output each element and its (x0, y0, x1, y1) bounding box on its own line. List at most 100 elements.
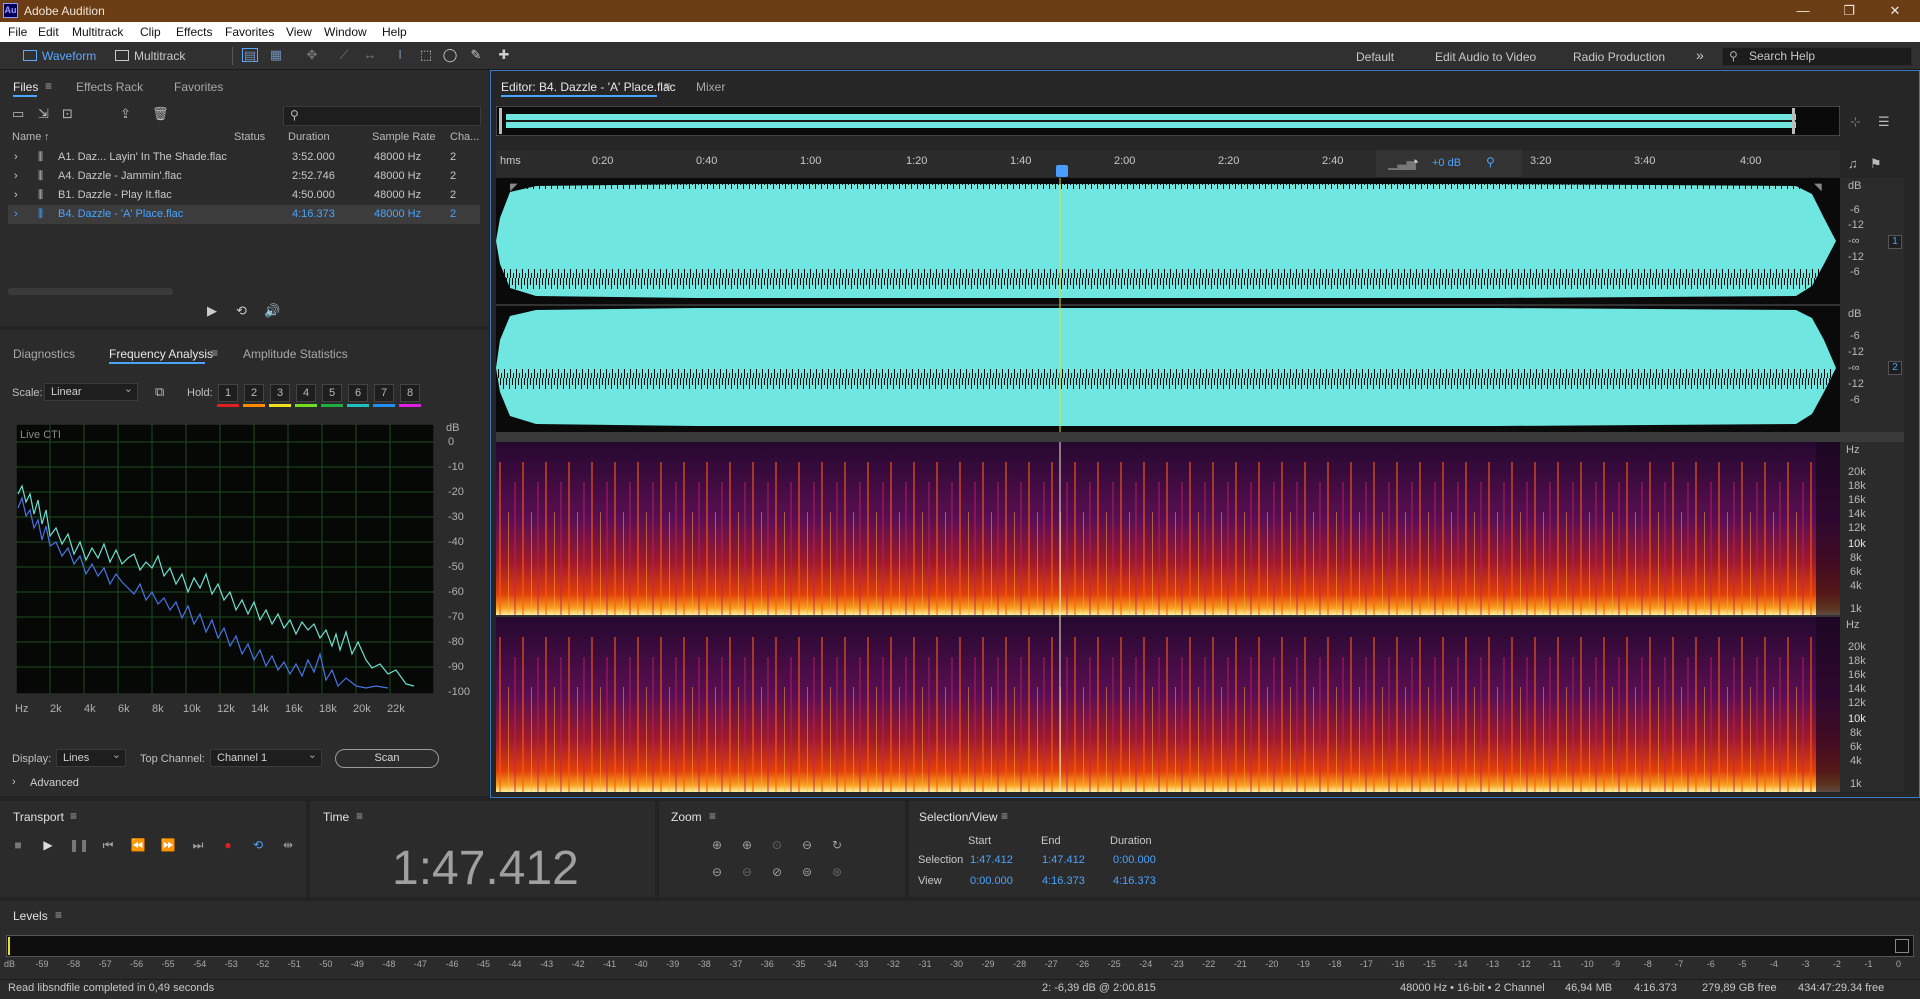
zoom-out-all-icon[interactable]: ⊜ (802, 865, 822, 883)
zoom-out-amplitude-icon[interactable]: ⊖ (712, 865, 732, 883)
waveform-spectral-divider[interactable] (496, 432, 1904, 442)
hold-button-7[interactable]: 7 (374, 384, 394, 402)
selection-duration-value[interactable]: 0:00.000 (1113, 854, 1156, 866)
hold-button-4[interactable]: 4 (296, 384, 316, 402)
healing-tool-icon[interactable]: ✚ (496, 48, 512, 62)
time-selection-tool-icon[interactable]: I (392, 48, 408, 62)
tab-favorites[interactable]: Favorites (174, 80, 223, 94)
waveform-display[interactable] (496, 178, 1840, 432)
import-file-icon[interactable]: ⇲ (38, 106, 49, 122)
hold-button-5[interactable]: 5 (322, 384, 342, 402)
hold-button-8[interactable]: 8 (400, 384, 420, 402)
zoom-out-time-icon[interactable]: ⊖ (742, 865, 762, 883)
spectral-frequency-display[interactable] (496, 442, 1840, 792)
headphones-icon[interactable]: ♫ (1848, 156, 1858, 171)
channel-1-enable-button[interactable]: 1 (1888, 235, 1902, 249)
menu-favorites[interactable]: Favorites (225, 25, 274, 39)
files-horizontal-scrollbar[interactable] (8, 288, 173, 295)
waveform-overview[interactable] (496, 106, 1840, 136)
marquee-tool-icon[interactable]: ⬚ (418, 48, 434, 62)
play-button[interactable]: ▶ (39, 838, 57, 854)
menu-view[interactable]: View (286, 25, 312, 39)
display-select[interactable]: Lines (56, 747, 126, 767)
zoom-to-selection-icon[interactable]: ⊹ (1850, 114, 1861, 130)
hold-button-6[interactable]: 6 (348, 384, 368, 402)
minimize-button[interactable]: — (1780, 0, 1826, 22)
editor-tab[interactable]: Editor: B4. Dazzle - 'A' Place.flac (501, 80, 676, 94)
files-search-input[interactable]: ⚲ (283, 106, 481, 126)
search-help-input[interactable]: ⚲ Search Help (1722, 47, 1912, 66)
go-to-start-button[interactable]: ⏮ (99, 838, 117, 854)
file-row-selected[interactable]: › ⫼ B4. Dazzle - 'A' Place.flac 4:16.373… (8, 205, 480, 224)
skip-selection-button[interactable]: ⇹ (279, 838, 297, 854)
hold-button-1[interactable]: 1 (218, 384, 238, 402)
tab-mixer[interactable]: Mixer (696, 80, 725, 94)
advanced-expand-icon[interactable]: › (12, 776, 16, 788)
editor-settings-icon[interactable]: ☰ (1878, 114, 1890, 130)
multitrack-view-button[interactable]: Multitrack (112, 47, 185, 65)
preview-play-icon[interactable]: ▶ (207, 303, 217, 319)
pin-hud-icon[interactable]: ⚲ (1486, 155, 1495, 169)
column-duration[interactable]: Duration (288, 131, 330, 143)
tab-amplitude-statistics[interactable]: Amplitude Statistics (243, 347, 348, 361)
expand-icon[interactable]: › (14, 148, 18, 167)
menu-clip[interactable]: Clip (140, 25, 161, 39)
delete-file-icon[interactable]: 🗑 (152, 106, 169, 122)
file-row[interactable]: › ⫼ B1. Dazzle - Play It.flac 4:50.000 4… (8, 186, 480, 205)
zoom-menu-icon[interactable]: ≡ (709, 809, 716, 823)
zoom-out-full-icon[interactable]: ⊘ (772, 865, 792, 883)
selection-start-value[interactable]: 1:47.412 (970, 854, 1013, 866)
top-channel-select[interactable]: Channel 1 (210, 747, 322, 767)
column-status[interactable]: Status (234, 131, 265, 143)
column-sample-rate[interactable]: Sample Rate (372, 131, 436, 143)
view-start-value[interactable]: 0:00.000 (970, 875, 1013, 887)
menu-window[interactable]: Window (324, 25, 367, 39)
spectral-display-icon[interactable]: ▤ (242, 48, 258, 63)
tab-files[interactable]: Files (13, 80, 38, 94)
fast-forward-button[interactable]: ⏩ (159, 838, 177, 854)
scan-button[interactable]: Scan (335, 749, 439, 768)
files-panel-menu-icon[interactable]: ≡ (45, 79, 52, 93)
copy-graph-icon[interactable]: ⧉ (155, 384, 164, 400)
time-menu-icon[interactable]: ≡ (356, 809, 363, 823)
waveform-view-button[interactable]: Waveform (20, 47, 96, 65)
tab-effects-rack[interactable]: Effects Rack (76, 80, 143, 94)
new-file-icon[interactable]: ⊡ (62, 106, 73, 122)
playhead-handle[interactable] (1056, 165, 1068, 177)
workspace-edit-audio-to-video[interactable]: Edit Audio to Video (1435, 50, 1536, 64)
maximize-button[interactable]: ❐ (1826, 0, 1872, 22)
zoom-in-left-edge-icon[interactable]: ⊖ (802, 838, 822, 856)
hold-button-2[interactable]: 2 (244, 384, 264, 402)
menu-edit[interactable]: Edit (38, 25, 59, 39)
tab-diagnostics[interactable]: Diagnostics (13, 347, 75, 361)
clip-indicator[interactable] (1895, 939, 1909, 953)
editor-panel-menu-icon[interactable]: ≡ (664, 79, 671, 93)
selection-end-value[interactable]: 1:47.412 (1042, 854, 1085, 866)
transport-menu-icon[interactable]: ≡ (70, 809, 77, 823)
advanced-section[interactable]: Advanced (30, 777, 79, 789)
zoom-rotate-icon[interactable]: ↻ (832, 838, 852, 856)
move-tool-icon[interactable]: ✥ (304, 48, 320, 62)
tab-frequency-analysis[interactable]: Frequency Analysis (109, 347, 213, 361)
column-name[interactable]: Name (12, 131, 41, 143)
menu-effects[interactable]: Effects (176, 25, 212, 39)
brush-tool-icon[interactable]: ✎ (468, 48, 484, 62)
record-button[interactable]: ● (219, 838, 237, 854)
more-workspaces-icon[interactable]: » (1696, 47, 1704, 63)
rewind-button[interactable]: ⏪ (129, 838, 147, 854)
go-to-end-button[interactable]: ⏭ (189, 838, 207, 854)
hud-gain-control[interactable]: ▁▃▅ ◔ +0 dB ⚲ (1376, 150, 1522, 177)
view-end-value[interactable]: 4:16.373 (1042, 875, 1085, 887)
workspace-default[interactable]: Default (1356, 50, 1394, 64)
lasso-tool-icon[interactable]: ◯ (442, 48, 458, 62)
channel-2-enable-button[interactable]: 2 (1888, 361, 1902, 375)
zoom-to-selection-icon[interactable]: ⊙ (772, 838, 792, 856)
expand-icon[interactable]: › (14, 167, 18, 186)
workspace-radio-production[interactable]: Radio Production (1573, 50, 1665, 64)
menu-multitrack[interactable]: Multitrack (72, 25, 123, 39)
selection-view-menu-icon[interactable]: ≡ (1001, 809, 1008, 823)
expand-icon[interactable]: › (14, 186, 18, 205)
slip-tool-icon[interactable]: ↔ (362, 48, 378, 62)
view-duration-value[interactable]: 4:16.373 (1113, 875, 1156, 887)
zoom-in-time-icon[interactable]: ⊕ (742, 838, 762, 856)
